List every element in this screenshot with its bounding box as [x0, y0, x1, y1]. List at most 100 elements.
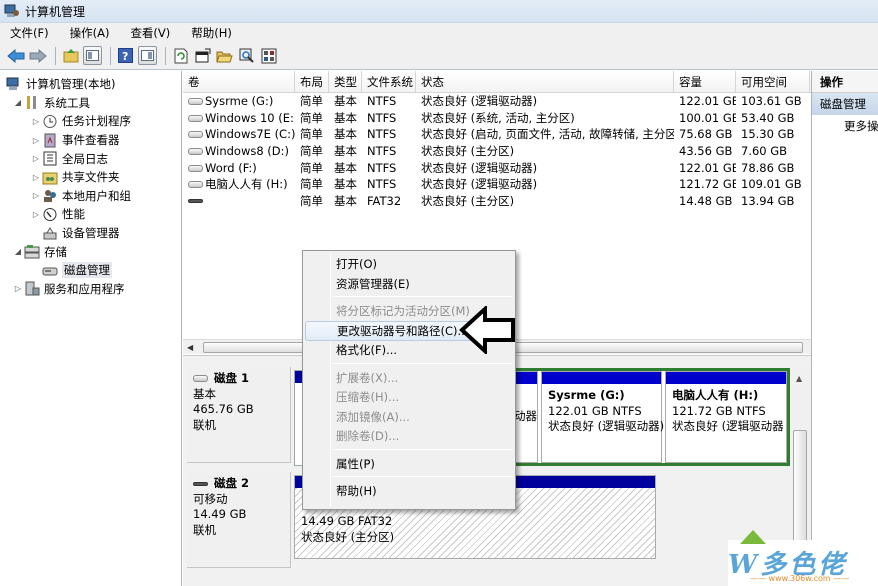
- column-header-volume[interactable]: 卷: [183, 71, 295, 92]
- column-header-filesystem[interactable]: 文件系统: [362, 71, 416, 92]
- search-icon[interactable]: [237, 46, 256, 65]
- volume-fs-cell: NTFS: [367, 177, 397, 192]
- menu-action[interactable]: 操作(A): [68, 24, 112, 42]
- tree-item-global-logs[interactable]: ▷ 全局日志: [0, 149, 181, 168]
- volume-row[interactable]: Windows 10 (E:) 简单 基本 NTFS 状态良好 (系统, 活动, 主分区…: [183, 110, 811, 127]
- collapsed-arrow-icon[interactable]: ▷: [30, 173, 42, 182]
- volume-capacity-cell: 43.56 GB: [679, 144, 733, 159]
- tree-item-task-scheduler[interactable]: ▷ 任务计划程序: [0, 112, 181, 131]
- partition-h[interactable]: 电脑人人有 (H:) 121.72 GB NTFS 状态良好 (逻辑驱动器: [665, 371, 787, 463]
- title-bar: 计算机管理: [0, 0, 878, 22]
- expanded-arrow-icon[interactable]: ◢: [12, 98, 24, 107]
- column-header-free-space[interactable]: 可用空间: [736, 71, 810, 92]
- refresh-icon[interactable]: [171, 46, 190, 65]
- menu-view[interactable]: 查看(V): [128, 24, 172, 42]
- removable-disk-icon: [188, 199, 203, 204]
- volume-row[interactable]: Windows7E (C:) 简单 基本 NTFS 状态良好 (启动, 页面文件, 活动…: [183, 126, 811, 143]
- context-menu-item[interactable]: 资源管理器(E): [305, 274, 513, 294]
- disk-1-partition-partial[interactable]: 动器: [513, 371, 538, 463]
- more-actions-link[interactable]: 更多操作: [812, 115, 878, 137]
- tree-item-performance[interactable]: ▷ 性能: [0, 205, 181, 224]
- actions-header: 操作: [812, 71, 878, 93]
- volume-row[interactable]: 简单 基本 FAT32 状态良好 (主分区) 14.48 GB 13.94 GB: [183, 193, 811, 210]
- volume-name-cell: Windows 10 (E:): [183, 111, 295, 125]
- tree-item-shared-folders[interactable]: ▷ 共享文件夹: [0, 168, 181, 187]
- volume-type-cell: 基本: [334, 94, 357, 109]
- volume-layout-cell: 简单: [300, 94, 323, 109]
- context-menu-item: 扩展卷(X)...: [336, 370, 399, 385]
- volume-status-cell: 状态良好 (主分区): [421, 144, 515, 159]
- up-folder-icon[interactable]: [61, 46, 80, 65]
- disk-1-label[interactable]: 磁盘 1 基本 465.76 GB 联机: [187, 367, 291, 463]
- column-header-status[interactable]: 状态: [416, 71, 674, 92]
- tree-item-event-viewer[interactable]: ▷ 事件查看器: [0, 131, 181, 150]
- scroll-up-arrow-icon[interactable]: ▲: [796, 374, 802, 383]
- menu-help[interactable]: 帮助(H): [189, 24, 234, 42]
- volume-row[interactable]: Word (F:) 简单 基本 NTFS 状态良好 (逻辑驱动器) 122.01 GB 78…: [183, 159, 811, 176]
- open-folder-icon[interactable]: [215, 46, 234, 65]
- menu-bar: 文件(F) 操作(A) 查看(V) 帮助(H): [0, 22, 878, 42]
- tree-item-device-manager[interactable]: 设备管理器: [0, 224, 181, 243]
- performance-gauge-icon: [42, 207, 58, 222]
- tree-item-storage[interactable]: ◢ 存储: [0, 242, 181, 261]
- volume-row[interactable]: Windows8 (D:) 简单 基本 NTFS 状态良好 (主分区) 43.56 GB 7…: [183, 143, 811, 160]
- volume-fs-cell: NTFS: [367, 160, 397, 175]
- context-menu-item[interactable]: 帮助(H): [305, 481, 513, 501]
- partition-sysrme-g[interactable]: Sysrme (G:) 122.01 GB NTFS 状态良好 (逻辑驱动器): [541, 371, 664, 463]
- volume-row[interactable]: 电脑人人有 (H:) 简单 基本 NTFS 状态良好 (逻辑驱动器) 121.72 GB 1…: [183, 176, 811, 193]
- volume-type-cell: 基本: [334, 177, 357, 192]
- column-header-type[interactable]: 类型: [329, 71, 362, 92]
- volume-status-cell: 状态良好 (逻辑驱动器): [421, 160, 538, 175]
- back-arrow-icon[interactable]: [6, 46, 25, 65]
- watermark-url: —— www.306w.com ——: [750, 574, 850, 583]
- drive-icon: [188, 181, 203, 189]
- context-menu-item: 压缩卷(H)...: [336, 390, 400, 404]
- help-icon[interactable]: ?: [116, 46, 135, 65]
- watermark-triangle-icon: [740, 530, 766, 544]
- context-menu-item[interactable]: 属性(P): [305, 454, 513, 474]
- tree-item-services-applications[interactable]: ▷ 服务和应用程序: [0, 280, 181, 299]
- scroll-left-arrow-icon[interactable]: ◀: [187, 343, 193, 352]
- show-hide-tree-icon[interactable]: [83, 46, 102, 65]
- menu-file[interactable]: 文件(F): [8, 24, 51, 42]
- expanded-arrow-icon[interactable]: ◢: [12, 247, 24, 256]
- toolbar: ?: [0, 42, 878, 70]
- volume-capacity-cell: 122.01 GB: [679, 160, 736, 175]
- volume-layout-cell: 简单: [300, 193, 323, 208]
- volume-row[interactable]: Sysrme (G:) 简单 基本 NTFS 状态良好 (逻辑驱动器) 122.01 GB…: [183, 93, 811, 110]
- volume-status-cell: 状态良好 (系统, 活动, 主分区): [421, 110, 575, 125]
- tree-item-root[interactable]: 计算机管理(本地): [0, 75, 181, 94]
- hard-disk-icon: [193, 375, 208, 383]
- drive-icon: [188, 164, 203, 172]
- collapsed-arrow-icon[interactable]: ▷: [30, 191, 42, 200]
- volume-name-cell: Sysrme (G:): [183, 94, 295, 108]
- console-icon[interactable]: [259, 46, 278, 65]
- svg-text:?: ?: [122, 50, 128, 63]
- column-header-layout[interactable]: 布局: [295, 71, 329, 92]
- watermark: W多色佬 —— www.306w.com ——: [728, 530, 878, 586]
- tree-item-disk-management[interactable]: 磁盘管理: [0, 261, 181, 280]
- device-manager-icon: [42, 226, 58, 241]
- volume-layout-cell: 简单: [300, 127, 323, 142]
- volume-fs-cell: FAT32: [367, 193, 402, 208]
- collapsed-arrow-icon[interactable]: ▷: [30, 154, 42, 163]
- context-menu-item[interactable]: 打开(O): [305, 254, 513, 274]
- tree-item-local-users-groups[interactable]: ▷ 本地用户和组: [0, 187, 181, 206]
- volume-layout-cell: 简单: [300, 177, 323, 192]
- tree-item-system-tools[interactable]: ◢ 系统工具: [0, 94, 181, 113]
- actions-section-disk-management[interactable]: 磁盘管理: [812, 93, 878, 115]
- column-header-capacity[interactable]: 容量: [674, 71, 736, 92]
- collapsed-arrow-icon[interactable]: ▷: [12, 284, 24, 293]
- volume-status-cell: 状态良好 (启动, 页面文件, 活动, 故障转储, 主分区): [421, 127, 674, 142]
- collapsed-arrow-icon[interactable]: ▷: [30, 136, 42, 145]
- forward-arrow-icon[interactable]: [28, 46, 47, 65]
- volume-fs-cell: NTFS: [367, 94, 397, 109]
- volume-name-cell: [183, 194, 295, 208]
- show-hide-action-pane-icon[interactable]: [138, 46, 157, 65]
- context-menu: 打开(O) 资源管理器(E) 将分区标记为活动分区(M) 更改驱动器号和路径(C)..…: [302, 250, 516, 510]
- disk-2-label[interactable]: 磁盘 2 可移动 14.49 GB 联机: [187, 472, 291, 568]
- collapsed-arrow-icon[interactable]: ▷: [30, 117, 42, 126]
- properties-icon[interactable]: [193, 46, 212, 65]
- removable-disk-icon: [193, 481, 208, 486]
- collapsed-arrow-icon[interactable]: ▷: [30, 210, 42, 219]
